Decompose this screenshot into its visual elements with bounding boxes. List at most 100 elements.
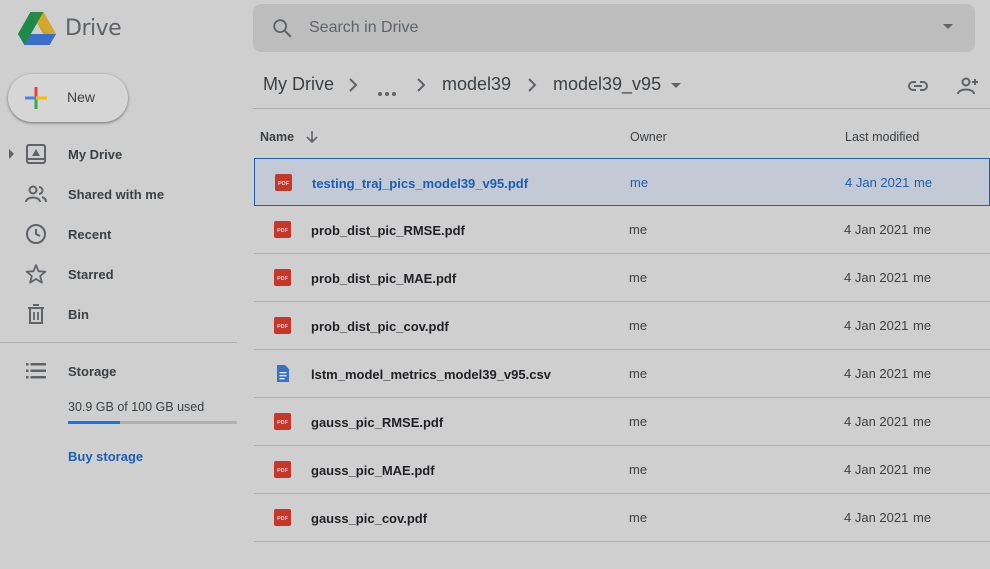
file-modified-date: 4 Jan 2021: [844, 318, 909, 333]
file-modified-date: 4 Jan 2021: [844, 270, 909, 285]
breadcrumb-my-drive[interactable]: My Drive: [263, 74, 334, 95]
file-owner: me: [629, 462, 648, 477]
storage-progress-bar: [68, 421, 237, 424]
file-name[interactable]: prob_dist_pic_MAE.pdf: [311, 271, 456, 286]
sidebar-divider: [0, 342, 237, 343]
file-row[interactable]: lstm_model_metrics_model39_v95.csv me 4 Ja…: [254, 350, 990, 398]
shared-icon: [25, 185, 47, 203]
my-drive-icon: [26, 144, 46, 164]
file-owner: me: [629, 318, 648, 333]
expand-arrow-icon[interactable]: [9, 149, 14, 159]
column-header-owner[interactable]: Owner: [630, 130, 667, 144]
pdf-icon: PDF: [275, 174, 292, 191]
storage-icon: [26, 363, 46, 379]
chevron-down-icon[interactable]: [671, 83, 681, 88]
breadcrumb-current[interactable]: model39_v95: [553, 74, 661, 95]
sidebar-item-storage[interactable]: Storage: [0, 355, 237, 387]
svg-text:PDF: PDF: [277, 516, 289, 522]
trash-icon: [28, 304, 44, 324]
file-modified-by: me: [913, 510, 932, 525]
storage-used-text: 30.9 GB of 100 GB used: [68, 400, 205, 414]
column-header-name[interactable]: Name: [260, 130, 294, 144]
new-button[interactable]: New: [8, 74, 128, 122]
plus-icon: [25, 87, 47, 109]
file-name[interactable]: prob_dist_pic_RMSE.pdf: [311, 223, 465, 238]
header-divider: [253, 108, 990, 109]
sidebar-item-bin[interactable]: Bin: [0, 298, 237, 330]
file-row[interactable]: PDF gauss_pic_cov.pdf me 4 Jan 2021 me: [254, 494, 990, 542]
sidebar-item-my-drive[interactable]: My Drive: [0, 138, 237, 170]
clock-icon: [26, 224, 46, 244]
pdf-icon: PDF: [274, 509, 291, 526]
sidebar-item-label: Recent: [68, 227, 112, 242]
svg-text:PDF: PDF: [277, 468, 289, 474]
file-row[interactable]: PDF gauss_pic_MAE.pdf me 4 Jan 2021 me: [254, 446, 990, 494]
new-button-label: New: [67, 89, 96, 105]
pdf-icon: PDF: [274, 269, 291, 286]
pdf-icon: PDF: [274, 221, 291, 238]
svg-text:PDF: PDF: [278, 181, 290, 187]
file-modified-by: me: [914, 175, 933, 190]
file-modified-by: me: [913, 414, 932, 429]
sidebar-item-label: Shared with me: [68, 187, 165, 202]
file-owner: me: [629, 366, 648, 381]
file-name[interactable]: gauss_pic_MAE.pdf: [311, 463, 435, 478]
search-input[interactable]: [309, 4, 909, 52]
file-owner: me: [629, 510, 648, 525]
file-modified-date: 4 Jan 2021: [844, 414, 909, 429]
column-header-modified[interactable]: Last modified: [845, 130, 919, 144]
file-modified-by: me: [913, 366, 932, 381]
file-row[interactable]: PDF testing_traj_pics_model39_v95.pdf me 4 …: [254, 158, 990, 206]
file-owner: me: [629, 270, 648, 285]
sidebar-item-recent[interactable]: Recent: [0, 218, 237, 250]
more-horiz-icon[interactable]: [378, 83, 399, 101]
drive-logo-icon: [18, 12, 56, 45]
file-row[interactable]: PDF prob_dist_pic_MAE.pdf me 4 Jan 2021 me: [254, 254, 990, 302]
file-owner: me: [630, 175, 649, 190]
sidebar-item-label: My Drive: [68, 147, 123, 162]
file-owner: me: [629, 222, 648, 237]
search-icon[interactable]: [271, 17, 293, 39]
file-name[interactable]: lstm_model_metrics_model39_v95.csv: [311, 367, 551, 382]
file-modified-by: me: [913, 318, 932, 333]
file-modified-date: 4 Jan 2021: [844, 222, 909, 237]
search-options-icon[interactable]: [943, 24, 953, 29]
file-name[interactable]: prob_dist_pic_cov.pdf: [311, 319, 449, 334]
pdf-icon: PDF: [274, 413, 291, 430]
file-row[interactable]: PDF prob_dist_pic_cov.pdf me 4 Jan 2021 me: [254, 302, 990, 350]
file-modified-date: 4 Jan 2021: [844, 366, 909, 381]
sidebar-item-starred[interactable]: Starred: [0, 258, 237, 290]
sidebar-item-shared[interactable]: Shared with me: [0, 178, 237, 210]
search-bar[interactable]: [253, 4, 975, 52]
app-title: Drive: [65, 16, 122, 41]
sidebar-item-label: Storage: [68, 364, 117, 379]
file-row[interactable]: PDF gauss_pic_RMSE.pdf me 4 Jan 2021 me: [254, 398, 990, 446]
file-name[interactable]: gauss_pic_cov.pdf: [311, 511, 427, 526]
chevron-right-icon: [417, 78, 426, 92]
file-modified-date: 4 Jan 2021: [844, 462, 909, 477]
file-modified-date: 4 Jan 2021: [845, 175, 910, 190]
svg-text:PDF: PDF: [277, 276, 289, 282]
document-icon: [277, 365, 289, 382]
file-name[interactable]: gauss_pic_RMSE.pdf: [311, 415, 443, 430]
file-modified-date: 4 Jan 2021: [844, 510, 909, 525]
svg-text:PDF: PDF: [277, 420, 289, 426]
file-modified-by: me: [913, 222, 932, 237]
sidebar-item-label: Bin: [68, 307, 89, 322]
storage-progress-fill: [68, 421, 121, 424]
file-owner: me: [629, 414, 648, 429]
link-icon[interactable]: [906, 74, 930, 98]
add-person-icon[interactable]: [954, 74, 978, 98]
chevron-right-icon: [349, 78, 358, 92]
sort-down-arrow-icon[interactable]: [305, 130, 319, 144]
sidebar-item-label: Starred: [68, 267, 114, 282]
file-modified-by: me: [913, 270, 932, 285]
buy-storage-link[interactable]: Buy storage: [68, 449, 143, 464]
pdf-icon: PDF: [274, 317, 291, 334]
breadcrumb-parent[interactable]: model39: [442, 74, 511, 95]
chevron-right-icon: [528, 78, 537, 92]
file-row[interactable]: PDF prob_dist_pic_RMSE.pdf me 4 Jan 2021 me: [254, 206, 990, 254]
file-modified-by: me: [913, 462, 932, 477]
pdf-icon: PDF: [274, 461, 291, 478]
file-name[interactable]: testing_traj_pics_model39_v95.pdf: [312, 176, 528, 191]
